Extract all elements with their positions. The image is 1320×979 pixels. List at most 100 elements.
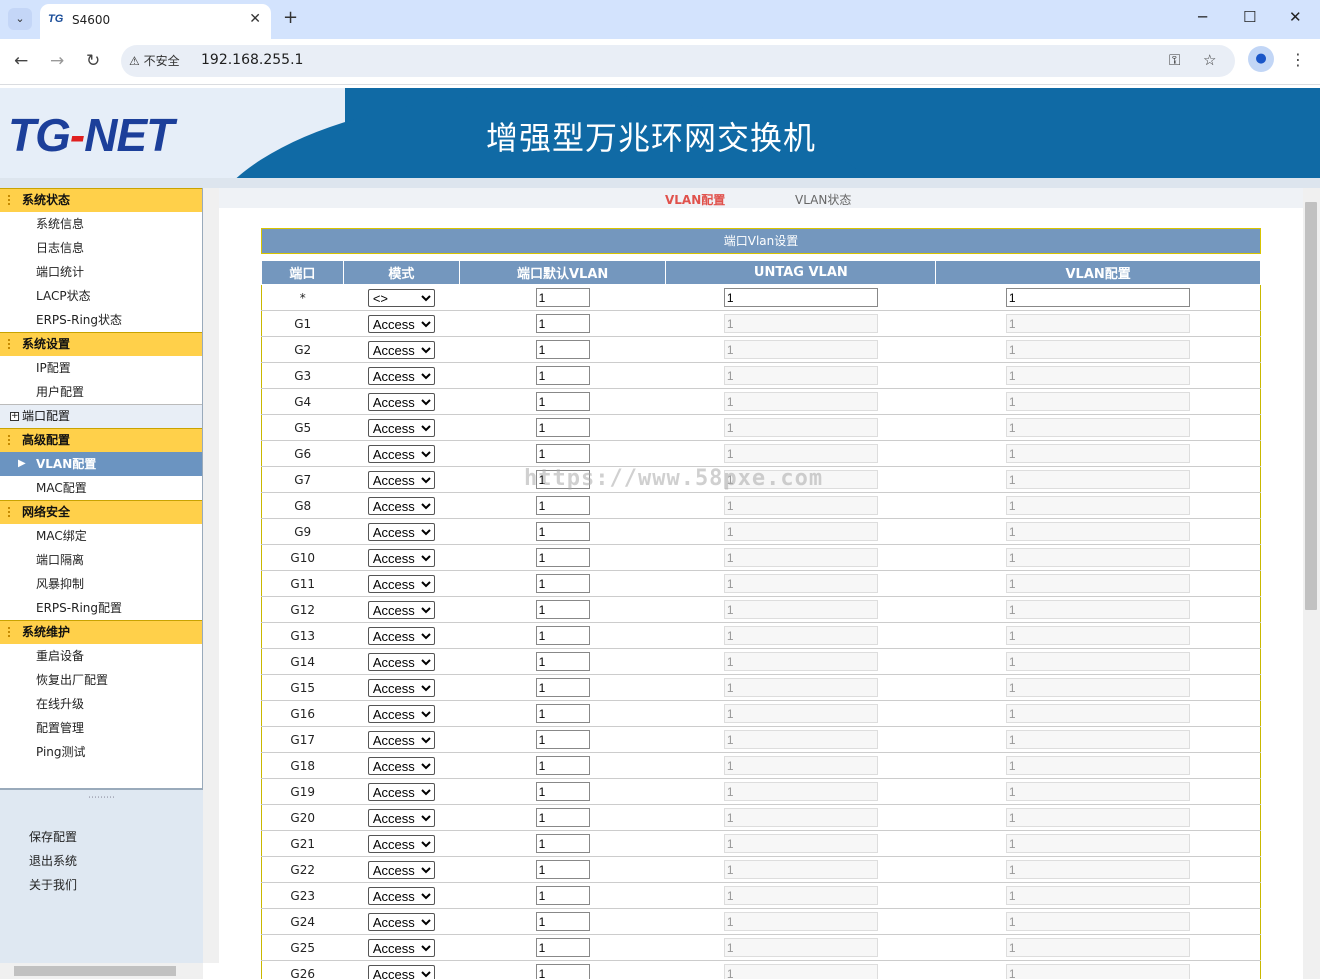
mode-select[interactable]: Access [367, 808, 435, 827]
vlan-input-all[interactable] [1005, 288, 1190, 307]
untag-input-all[interactable] [723, 288, 878, 307]
close-tab-icon[interactable]: ✕ [249, 11, 261, 27]
sidebar-item-mac-config[interactable]: MAC配置 [0, 476, 202, 500]
sidebar-item-port-stats[interactable]: 端口统计 [0, 260, 202, 284]
sidebar-group-maintenance[interactable]: 系统维护 [0, 620, 202, 644]
pvid-input[interactable] [535, 496, 590, 515]
sidebar-item-factory-reset[interactable]: 恢复出厂配置 [0, 668, 202, 692]
sidebar-item-upgrade[interactable]: 在线升级 [0, 692, 202, 716]
profile-avatar[interactable]: ● [1248, 46, 1274, 72]
sidebar-group-settings[interactable]: 系统设置 [0, 332, 202, 356]
sidebar-group-status[interactable]: 系统状态 [0, 188, 202, 212]
pvid-input[interactable] [535, 340, 590, 359]
sidebar-item-ping-test[interactable]: Ping测试 [0, 740, 202, 764]
sidebar-group-security[interactable]: 网络安全 [0, 500, 202, 524]
sidebar-group-port-config[interactable]: + 端口配置 [0, 404, 202, 428]
sidebar-item-config-mgmt[interactable]: 配置管理 [0, 716, 202, 740]
bookmark-star-icon[interactable]: ☆ [1203, 51, 1216, 69]
mode-select[interactable]: Access [367, 834, 435, 853]
mode-select-all[interactable]: <> [367, 288, 435, 307]
mode-select[interactable]: Access [367, 314, 435, 333]
sidebar-item-user-config[interactable]: 用户配置 [0, 380, 202, 404]
mode-select[interactable]: Access [367, 730, 435, 749]
mode-select[interactable]: Access [367, 912, 435, 931]
pvid-input[interactable] [535, 366, 590, 385]
mode-select[interactable]: Access [367, 548, 435, 567]
pvid-input[interactable] [535, 834, 590, 853]
pvid-input[interactable] [535, 548, 590, 567]
sidebar-item-mac-binding[interactable]: MAC绑定 [0, 524, 202, 548]
mode-select[interactable]: Access [367, 340, 435, 359]
mode-select[interactable]: Access [367, 886, 435, 905]
sidebar-item-lacp-status[interactable]: LACP状态 [0, 284, 202, 308]
pvid-input[interactable] [535, 808, 590, 827]
pvid-input[interactable] [535, 704, 590, 723]
mode-select[interactable]: Access [367, 938, 435, 957]
mode-select[interactable]: Access [367, 522, 435, 541]
back-button[interactable]: ← [14, 51, 28, 71]
sidebar-item-erps-status[interactable]: ERPS-Ring状态 [0, 308, 202, 332]
pvid-input[interactable] [535, 444, 590, 463]
frame-scrollbar[interactable] [203, 188, 219, 963]
mode-select[interactable]: Access [367, 782, 435, 801]
address-bar[interactable]: ⚠ 不安全 192.168.255.1 ⚿ ☆ [121, 45, 1235, 77]
sidebar-group-advanced[interactable]: 高级配置 [0, 428, 202, 452]
mode-select[interactable]: Access [367, 392, 435, 411]
mode-select[interactable]: Access [367, 574, 435, 593]
mode-select[interactable]: Access [367, 860, 435, 879]
sidebar-horizontal-scrollbar[interactable] [0, 963, 203, 979]
pvid-input[interactable] [535, 938, 590, 957]
mode-select[interactable]: Access [367, 418, 435, 437]
pvid-input[interactable] [535, 418, 590, 437]
maximize-button[interactable]: ☐ [1243, 8, 1256, 26]
pvid-input[interactable] [535, 730, 590, 749]
security-indicator[interactable]: ⚠ 不安全 [129, 52, 180, 69]
mode-select[interactable]: Access [367, 496, 435, 515]
mode-select[interactable]: Access [367, 678, 435, 697]
pvid-input[interactable] [535, 314, 590, 333]
sidebar-item-storm-control[interactable]: 风暴抑制 [0, 572, 202, 596]
mode-select[interactable]: Access [367, 444, 435, 463]
more-menu-icon[interactable]: ⋮ [1290, 50, 1306, 69]
tab-search-button[interactable]: ⌄ [8, 8, 32, 30]
pvid-input[interactable] [535, 522, 590, 541]
pvid-input[interactable] [535, 626, 590, 645]
pvid-input[interactable] [535, 756, 590, 775]
pvid-input[interactable] [535, 860, 590, 879]
url-text[interactable]: 192.168.255.1 [201, 52, 303, 68]
reload-button[interactable]: ↻ [86, 51, 100, 71]
mode-select[interactable]: Access [367, 652, 435, 671]
mode-select[interactable]: Access [367, 964, 435, 979]
new-tab-button[interactable]: + [283, 7, 298, 28]
pvid-input-all[interactable] [535, 288, 590, 307]
sidebar-item-system-info[interactable]: 系统信息 [0, 212, 202, 236]
mode-select[interactable]: Access [367, 704, 435, 723]
mode-select[interactable]: Access [367, 366, 435, 385]
forward-button[interactable]: → [50, 51, 64, 71]
mode-select[interactable]: Access [367, 470, 435, 489]
pvid-input[interactable] [535, 964, 590, 979]
tab-vlan-config[interactable]: VLAN配置 [665, 191, 725, 208]
pvid-input[interactable] [535, 392, 590, 411]
password-key-icon[interactable]: ⚿ [1169, 51, 1180, 69]
sidebar-item-vlan-config[interactable]: ▶ VLAN配置 [0, 452, 202, 476]
logout-link[interactable]: 退出系统 [0, 849, 203, 873]
sidebar-item-ip-config[interactable]: IP配置 [0, 356, 202, 380]
mode-select[interactable]: Access [367, 756, 435, 775]
minimize-button[interactable]: ─ [1198, 8, 1207, 26]
pvid-input[interactable] [535, 652, 590, 671]
pvid-input[interactable] [535, 886, 590, 905]
browser-tab[interactable]: TG S4600 ✕ [40, 4, 271, 39]
mode-select[interactable]: Access [367, 626, 435, 645]
about-link[interactable]: 关于我们 [0, 873, 203, 897]
splitter-handle[interactable]: ⋯⋯⋯ [0, 793, 203, 803]
pvid-input[interactable] [535, 912, 590, 931]
sidebar-item-log-info[interactable]: 日志信息 [0, 236, 202, 260]
sidebar-item-reboot[interactable]: 重启设备 [0, 644, 202, 668]
sidebar-item-port-isolation[interactable]: 端口隔离 [0, 548, 202, 572]
sidebar-item-erps-config[interactable]: ERPS-Ring配置 [0, 596, 202, 620]
pvid-input[interactable] [535, 678, 590, 697]
pvid-input[interactable] [535, 600, 590, 619]
save-config-link[interactable]: 保存配置 [0, 825, 203, 849]
close-window-button[interactable]: ✕ [1289, 8, 1302, 26]
